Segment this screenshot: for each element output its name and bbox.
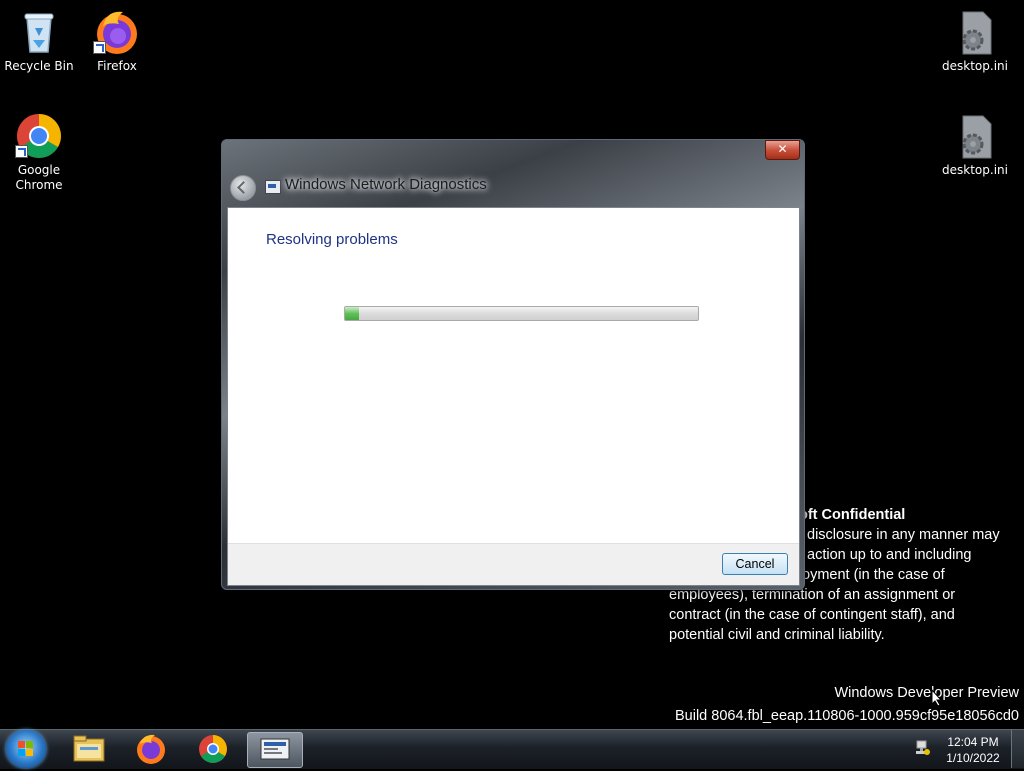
dialog-footer: Cancel (228, 543, 799, 585)
desktop-icon-desktop-ini[interactable]: desktop.ini (937, 112, 1013, 178)
recycle-bin-icon (15, 8, 63, 56)
progress-fill (345, 307, 360, 320)
show-desktop-button[interactable] (1011, 730, 1024, 768)
build-edition: Windows Developer Preview (834, 685, 1019, 701)
settings-file-icon (951, 8, 999, 56)
build-number: Build 8064.fbl_eeap.110806-1000.959cf95e… (674, 708, 1019, 724)
progress-bar (344, 306, 699, 321)
back-arrow-icon[interactable] (230, 175, 256, 201)
desktop-icon-firefox[interactable]: Firefox (79, 8, 155, 74)
watermark-line: potential civil and criminal liability. (669, 627, 885, 643)
settings-file-icon (951, 112, 999, 160)
desktop-icon-label: Recycle Bin (4, 59, 74, 73)
windows-logo-icon (18, 741, 34, 757)
desktop-icon-recycle-bin[interactable]: Recycle Bin (1, 8, 77, 74)
cancel-button[interactable]: Cancel (722, 553, 788, 575)
watermark-line: contract (in the case of contingent staf… (669, 607, 955, 623)
network-diagnostics-icon (260, 738, 290, 760)
network-diagnostics-icon (265, 180, 281, 194)
taskbar: 12:04 PM 1/10/2022 (0, 729, 1024, 769)
taskbar-network-diagnostics[interactable] (247, 732, 303, 768)
desktop-icon-label: Firefox (97, 59, 137, 73)
start-button[interactable] (6, 730, 46, 768)
dialog-title: Windows Network Diagnostics (285, 176, 487, 193)
chrome-icon (15, 112, 63, 160)
chrome-icon (199, 735, 227, 763)
page-heading: Resolving problems (266, 231, 398, 248)
desktop-icon-label: Google Chrome (15, 163, 63, 192)
clock-time: 12:04 PM (947, 735, 999, 749)
desktop-icon-desktop-ini[interactable]: desktop.ini (937, 8, 1013, 74)
shortcut-arrow-icon (15, 145, 28, 158)
mouse-cursor-icon (931, 689, 943, 707)
shortcut-arrow-icon (93, 41, 106, 54)
system-clock[interactable]: 12:04 PM 1/10/2022 (940, 734, 1006, 766)
network-tray-icon[interactable] (915, 739, 931, 757)
firefox-icon (93, 8, 141, 56)
file-explorer-icon (73, 735, 105, 762)
close-button[interactable]: ✕ (765, 140, 800, 160)
dialog-content: Resolving problems Cancel (227, 207, 800, 586)
firefox-icon (137, 734, 165, 764)
taskbar-chrome[interactable] (186, 732, 240, 766)
clock-date: 1/10/2022 (946, 751, 1000, 765)
taskbar-firefox[interactable] (124, 732, 178, 766)
desktop-icon-google-chrome[interactable]: Google Chrome (1, 112, 77, 193)
taskbar-file-explorer[interactable] (62, 732, 116, 766)
desktop-icon-label: desktop.ini (942, 59, 1008, 73)
network-diagnostics-dialog: ✕ Windows Network Diagnostics Resolving … (221, 139, 805, 590)
desktop-icon-label: desktop.ini (942, 163, 1008, 177)
